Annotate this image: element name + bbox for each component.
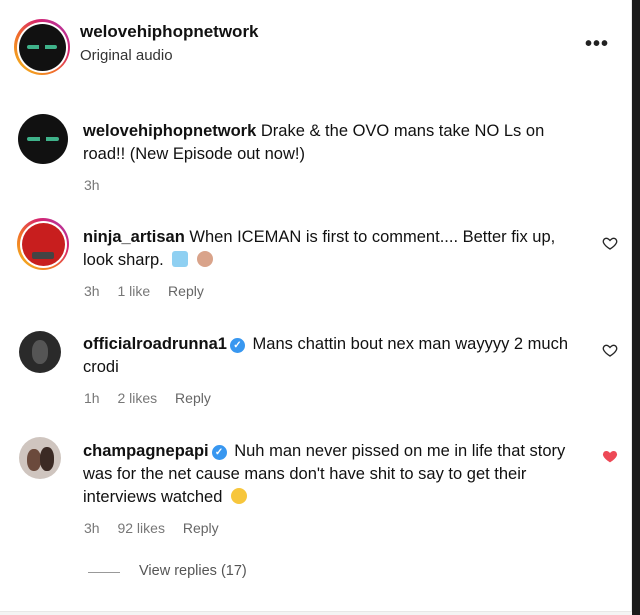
comment-username[interactable]: officialroadrunna1 bbox=[83, 335, 227, 353]
view-replies-button[interactable]: View replies (17) bbox=[139, 563, 247, 579]
verified-badge-icon: ✓ bbox=[211, 445, 227, 460]
comment-time: 1h bbox=[84, 390, 100, 406]
comment-meta: 3h bbox=[84, 177, 114, 193]
comment-avatar[interactable] bbox=[19, 437, 61, 479]
ice-cube-emoji-icon bbox=[172, 251, 189, 267]
reel-comments-panel: welovehiphopnetwork Original audio ••• w… bbox=[0, 0, 632, 612]
comment-meta: 3h 92 likes Reply bbox=[84, 520, 233, 536]
comment-likes[interactable]: 92 likes bbox=[117, 520, 164, 536]
comment-meta: 1h 2 likes Reply bbox=[84, 390, 225, 406]
comment-text: welovehiphopnetwork Drake & the OVO mans… bbox=[83, 120, 583, 166]
comment-text: officialroadrunna1 ✓ Mans chattin bout ne… bbox=[83, 333, 583, 379]
window-edge bbox=[632, 0, 640, 615]
heart-outline-icon[interactable] bbox=[602, 235, 618, 251]
comment-time: 3h bbox=[84, 520, 100, 536]
comment-username[interactable]: champagnepapi bbox=[83, 442, 209, 460]
reply-button[interactable]: Reply bbox=[175, 390, 211, 406]
heart-filled-icon[interactable] bbox=[602, 448, 618, 464]
comment-likes[interactable]: 2 likes bbox=[117, 390, 157, 406]
face-emoji-icon bbox=[196, 251, 213, 267]
comment-username[interactable]: welovehiphopnetwork bbox=[83, 122, 256, 140]
heart-outline-icon[interactable] bbox=[602, 342, 618, 358]
comment-avatar[interactable] bbox=[18, 114, 68, 164]
comment-avatar[interactable] bbox=[19, 331, 61, 373]
laughing-emoji-icon bbox=[231, 488, 247, 504]
comment-text: champagnepapi ✓ Nuh man never pissed on m… bbox=[83, 440, 583, 509]
more-horizontal-icon[interactable]: ••• bbox=[585, 33, 609, 56]
original-audio-label[interactable]: Original audio bbox=[80, 47, 173, 64]
comment-text: ninja_artisan When ICEMAN is first to co… bbox=[83, 226, 583, 272]
header-avatar[interactable] bbox=[14, 19, 70, 75]
comment-avatar[interactable] bbox=[17, 218, 69, 270]
comment-meta: 3h 1 like Reply bbox=[84, 283, 218, 299]
replies-divider bbox=[88, 572, 120, 573]
reply-button[interactable]: Reply bbox=[183, 520, 219, 536]
comment-username[interactable]: ninja_artisan bbox=[83, 228, 185, 246]
comment-time: 3h bbox=[84, 283, 100, 299]
comment-likes[interactable]: 1 like bbox=[117, 283, 150, 299]
reply-button[interactable]: Reply bbox=[168, 283, 204, 299]
verified-badge-icon: ✓ bbox=[229, 338, 245, 353]
comment-time: 3h bbox=[84, 177, 100, 193]
header-account-name[interactable]: welovehiphopnetwork bbox=[80, 22, 259, 42]
